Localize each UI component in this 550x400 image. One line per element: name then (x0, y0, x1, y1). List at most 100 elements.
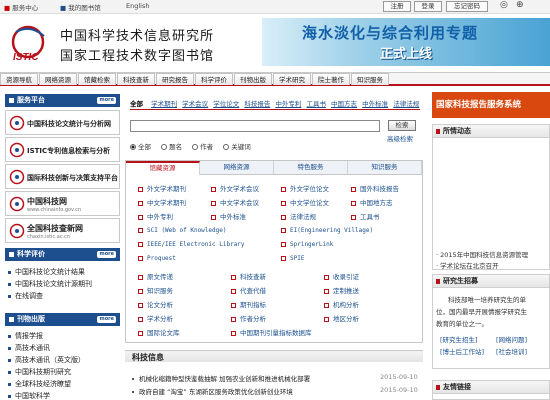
institute-news-item[interactable]: · 2015年中国科技信息资源管理 (436, 249, 528, 259)
service-item[interactable]: 定制推送 (324, 285, 359, 295)
resource-link[interactable]: 中文学术会议 (211, 197, 259, 207)
english-link[interactable]: English (126, 2, 149, 10)
database-link[interactable]: EI(Engineering Village) (281, 227, 373, 234)
service-link[interactable]: 中国科技网 www.chinainfo.gov.cn (5, 191, 120, 216)
service-item[interactable]: 地区分析 (324, 313, 359, 323)
nav-item[interactable]: 科技查新 (117, 73, 155, 85)
database-link[interactable]: SCI (Web of Knowledge) (138, 227, 226, 234)
publication-item[interactable]: 高技术通讯 (8, 343, 50, 353)
recruit-link[interactable]: [社会培训] (496, 346, 527, 356)
resource-link[interactable]: 外文学位论文 (281, 183, 329, 193)
service-link[interactable]: ISTIC专利信息检索与分析 (5, 137, 120, 162)
tab-knowledge-services[interactable]: 知识服务 (348, 161, 422, 174)
resource-link[interactable]: 中文学术期刊 (138, 197, 186, 207)
radio-all[interactable] (130, 144, 136, 150)
service-item[interactable]: 代查代借 (231, 285, 266, 295)
promo-banner[interactable]: 海水淡化与综合利用专题 正式上线 (262, 18, 550, 66)
resource-link[interactable]: 外文学术期刊 (138, 183, 186, 193)
nav-item[interactable]: 网络资源 (39, 73, 77, 85)
more-link[interactable]: more (97, 316, 116, 323)
news-item[interactable]: 机械化缩籍种型快鉴载抽解 加强农业创新和推进机械化部署 (132, 373, 377, 383)
service-item[interactable]: 机构分析 (324, 299, 359, 309)
service-item[interactable]: 国际论文库 (138, 327, 180, 337)
resource-link[interactable]: 法律法规 (281, 211, 316, 221)
category-tab[interactable]: 学位论文 (213, 100, 239, 108)
more-link[interactable]: more (97, 97, 116, 104)
service-center-link[interactable]: ■ 服务中心 (4, 2, 38, 12)
istic-logo[interactable]: ISTIC (8, 24, 52, 63)
database-link[interactable]: Proquest (138, 255, 176, 262)
resource-link[interactable]: 外文学术会议 (211, 183, 259, 193)
category-tab[interactable]: 中国方志 (331, 100, 357, 108)
nav-item[interactable]: 学术研究 (273, 73, 311, 85)
service-item[interactable]: 收录引证 (324, 271, 359, 281)
resource-link[interactable]: 中外标准 (211, 211, 246, 221)
service-link[interactable]: 中国科技论文统计与分析网 (5, 110, 120, 135)
eval-item[interactable]: 在线调查 (8, 291, 43, 301)
recruit-link[interactable]: [网络问题] (496, 334, 527, 344)
resource-link[interactable]: 中国地方志 (351, 197, 393, 207)
tab-featured-services[interactable]: 特色服务 (274, 161, 348, 174)
service-item[interactable]: 知识服务 (138, 285, 173, 295)
service-link[interactable]: 全国科技查新网 chaxin.istic.ac.cn (5, 218, 120, 243)
search-button[interactable]: 检索 (388, 120, 416, 131)
database-link[interactable]: SpringerLink (281, 241, 333, 248)
report-system-banner[interactable]: 国家科技报告服务系统 (432, 92, 550, 118)
resource-link[interactable]: 中外专利 (138, 211, 173, 221)
tab-holdings[interactable]: 馆藏资源 (126, 161, 200, 175)
my-library-link[interactable]: ■ 我的图书馆 (60, 2, 101, 12)
database-link[interactable]: SPIE (281, 255, 304, 262)
register-button[interactable]: 注册 (383, 1, 411, 12)
service-item[interactable]: 科技查新 (231, 271, 266, 281)
nav-item[interactable]: 知识服务 (351, 73, 389, 85)
recruit-link[interactable]: [研究生招生] (440, 334, 478, 344)
advanced-search-link[interactable]: 高级检索 (387, 133, 413, 143)
nav-item[interactable]: 研究报告 (156, 73, 194, 85)
service-item[interactable]: 原文传递 (138, 271, 173, 281)
resource-link[interactable]: 国外科技报告 (351, 183, 399, 193)
service-item[interactable]: 期刊指标 (231, 299, 266, 309)
publication-item[interactable]: 高技术通讯（英文版） (8, 355, 85, 365)
publication-item[interactable]: 全球科技经济瞭望 (8, 379, 71, 389)
category-tab[interactable]: 科技报告 (244, 100, 270, 108)
publication-item[interactable]: 中国科技期刊研究 (8, 367, 71, 377)
nav-item[interactable]: 院士著作 (312, 73, 350, 85)
category-tab[interactable]: 中外标准 (362, 100, 388, 108)
service-item[interactable]: 学术分析 (138, 313, 173, 323)
eval-item[interactable]: 中国科技论文统计结果 (8, 267, 85, 277)
search-input[interactable] (130, 120, 380, 132)
forgot-password-button[interactable]: 忘记密码 (446, 1, 488, 12)
category-tab[interactable]: 中外专利 (275, 100, 301, 108)
nav-item[interactable]: 刊物出版 (234, 73, 272, 85)
radio-keyword[interactable] (223, 144, 230, 150)
database-link[interactable]: IEEE/IEE Electronic Library (138, 241, 245, 248)
category-tab[interactable]: 学术期刊 (151, 100, 177, 108)
category-tab[interactable]: 法律法规 (393, 100, 419, 108)
service-item[interactable]: 中国期刊引量指标数据库 (231, 327, 312, 337)
search-icon[interactable]: ⊕ (516, 0, 524, 10)
nav-item[interactable]: 馆藏检索 (78, 73, 116, 85)
category-tab[interactable]: 工具书 (306, 100, 326, 108)
service-link[interactable]: 国际科技创新与决策支持平台 (5, 164, 120, 189)
radio-title[interactable] (161, 144, 168, 150)
banner-subtitle: 正式上线 (380, 47, 433, 62)
institute-news-item[interactable]: · 学术论坛在北京召开 (436, 260, 499, 270)
service-item[interactable]: 作者分析 (231, 313, 266, 323)
nav-item[interactable]: 资源导航 (0, 73, 38, 85)
eval-item[interactable]: 中国科技论文统计源期刊 (8, 279, 92, 289)
resource-link[interactable]: 工具书 (351, 211, 380, 221)
news-item[interactable]: 政府自建 “淘宝” 东湖新区服务政策优化创新创业环境 (132, 386, 377, 396)
category-all[interactable]: 全部 (130, 100, 143, 108)
recruit-link[interactable]: [博士后工作站] (440, 346, 484, 356)
resource-link[interactable]: 中文学位论文 (281, 197, 329, 207)
category-tab[interactable]: 学术会议 (182, 100, 208, 108)
nav-item[interactable]: 科学评价 (195, 73, 233, 85)
publication-item[interactable]: 情报学报 (8, 331, 43, 341)
info-icon[interactable]: ◎ (500, 0, 508, 10)
tab-web-resources[interactable]: 网络资源 (200, 161, 274, 174)
more-link[interactable]: more (97, 251, 116, 258)
service-item[interactable]: 论文分析 (138, 299, 173, 309)
publication-item[interactable]: 中国软科学 (8, 391, 50, 400)
radio-author[interactable] (192, 144, 199, 150)
login-button[interactable]: 登录 (414, 1, 442, 12)
